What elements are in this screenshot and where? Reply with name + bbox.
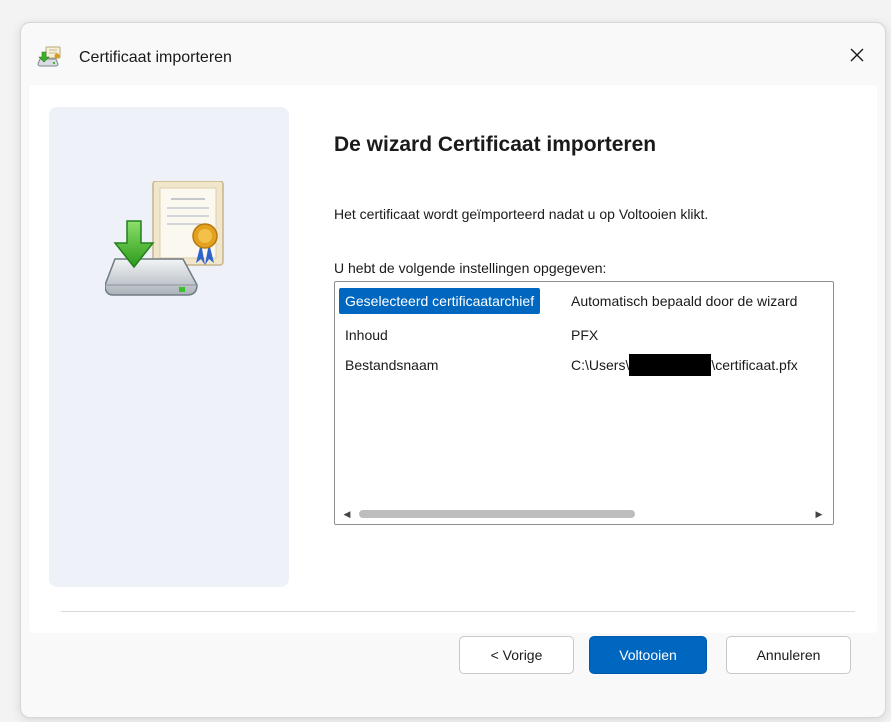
setting-value: PFX [571, 327, 599, 343]
setting-value: Automatisch bepaald door de wizard [571, 293, 798, 309]
setting-value-path: C:\Users\ \certificaat.pfx [571, 352, 798, 378]
list-item[interactable]: Geselecteerd certificaatarchief Automati… [335, 288, 833, 314]
certificate-import-icon [37, 46, 61, 67]
certificate-import-wizard-icon [105, 181, 224, 296]
wizard-side-panel [49, 107, 289, 587]
wizard-description: Het certificaat wordt geïmporteerd nadat… [334, 206, 709, 222]
scroll-left-arrow-icon[interactable]: ◀ [339, 504, 355, 524]
footer-divider [61, 611, 855, 612]
setting-name: Bestandsnaam [345, 357, 439, 373]
settings-list-label: U hebt de volgende instellingen opgegeve… [334, 260, 607, 276]
setting-name: Geselecteerd certificaatarchief [339, 288, 541, 314]
redacted-username [629, 354, 712, 377]
title-bar: Certificaat importeren [21, 23, 885, 85]
cancel-button[interactable]: Annuleren [726, 636, 851, 674]
list-item[interactable]: Bestandsnaam C:\Users\ \certificaat.pfx [335, 352, 833, 378]
import-certificate-dialog: Certificaat importeren De wizard Certifi… [20, 22, 886, 718]
wizard-content: De wizard Certificaat importeren Het cer… [29, 85, 877, 633]
list-item[interactable]: Inhoud PFX [335, 322, 833, 348]
horizontal-scrollbar[interactable]: ◀ ▶ [335, 504, 833, 524]
path-suffix: \certificaat.pfx [711, 357, 798, 373]
back-button[interactable]: < Vorige [459, 636, 574, 674]
scrollbar-track[interactable] [359, 510, 809, 518]
finish-button[interactable]: Voltooien [589, 636, 707, 674]
scroll-right-arrow-icon[interactable]: ▶ [811, 504, 827, 524]
settings-list[interactable]: Geselecteerd certificaatarchief Automati… [334, 281, 834, 525]
scrollbar-thumb[interactable] [359, 510, 635, 518]
close-icon [850, 48, 864, 62]
setting-name: Inhoud [345, 327, 388, 343]
wizard-heading: De wizard Certificaat importeren [334, 133, 657, 156]
close-button[interactable] [837, 37, 877, 73]
path-prefix: C:\Users\ [571, 357, 630, 373]
window-title: Certificaat importeren [79, 49, 232, 66]
